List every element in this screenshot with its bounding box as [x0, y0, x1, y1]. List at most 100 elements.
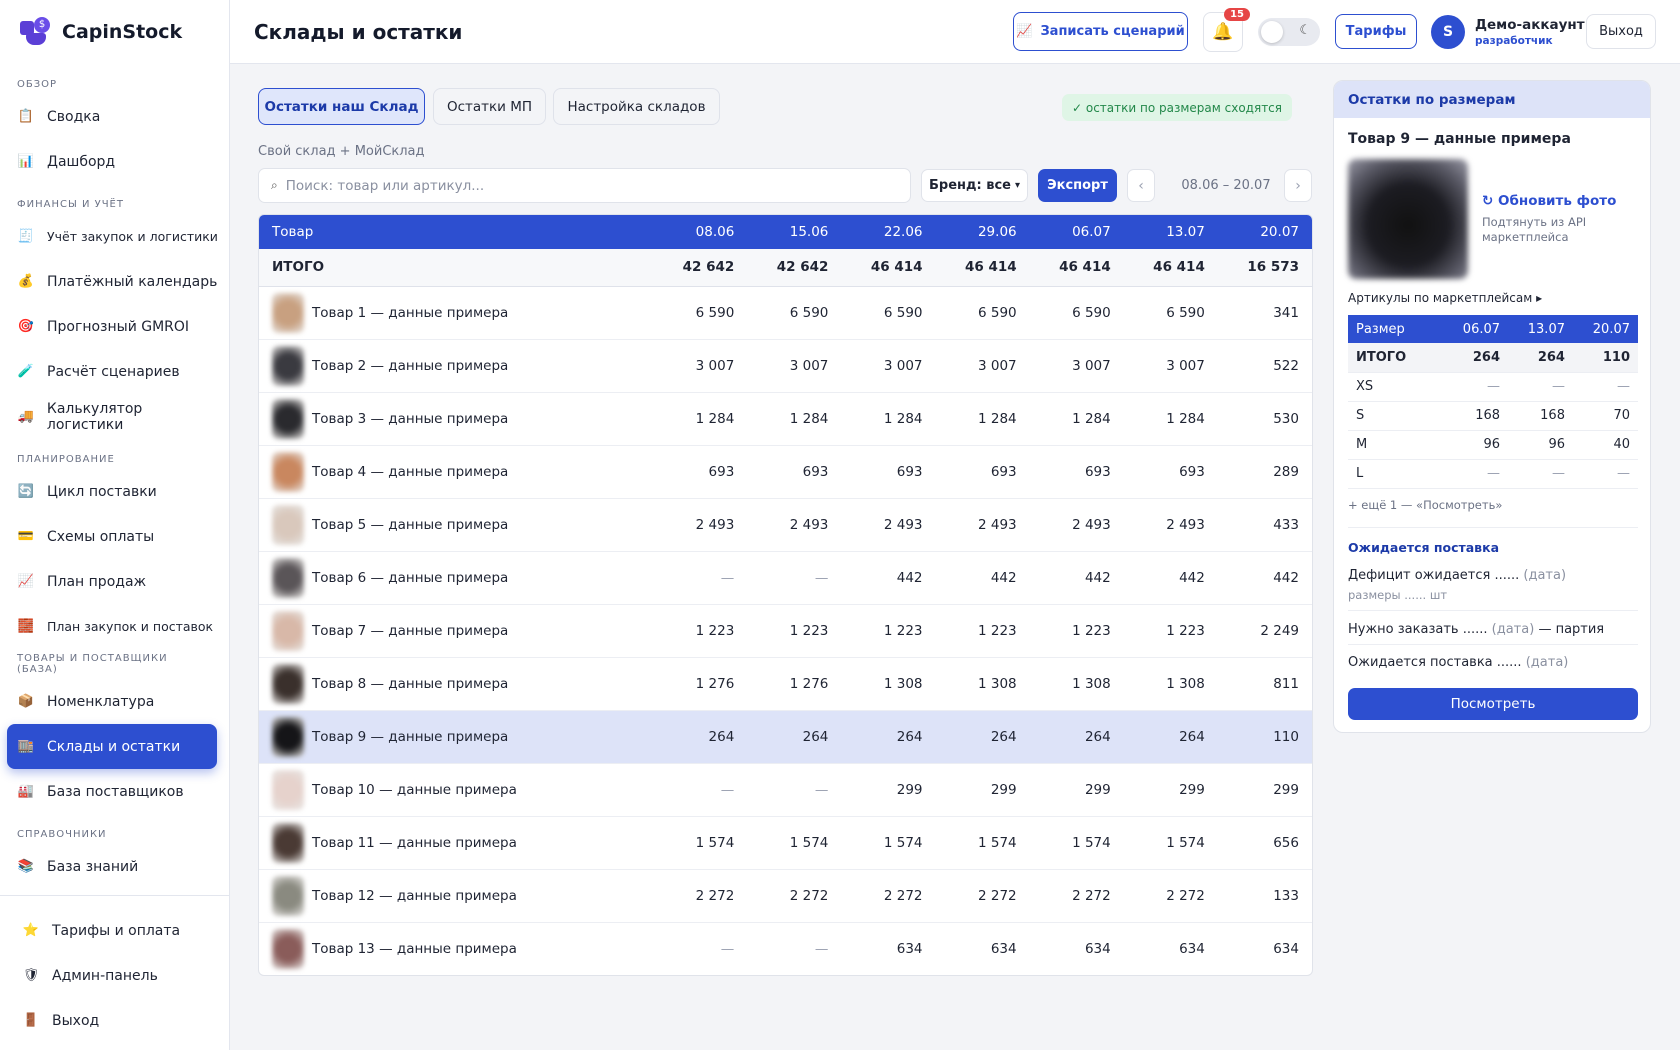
table-row[interactable]: Товар 13 — данные примера — —634 634 634 634 6… — [259, 922, 1312, 975]
tab-marketplace-stock[interactable]: Остатки МП — [433, 88, 546, 125]
refresh-photo-link[interactable]: ↻ Обновить фото — [1482, 193, 1616, 209]
product-thumbnail — [272, 345, 304, 386]
table-row[interactable]: Товар 5 — данные примера 2 493 2 493 2 493 2… — [259, 498, 1312, 552]
stock-value: 2 272 — [747, 869, 842, 923]
product-cell: Товар 4 — данные примера — [259, 445, 654, 499]
total-value: 46 414 — [841, 249, 936, 287]
deficit-line: Дефицит ожидается ...... (дата) — [1348, 568, 1566, 583]
app-name: CapinStock — [62, 21, 183, 43]
panel-title: Остатки по размерам — [1334, 81, 1650, 118]
sidebar-item[interactable]: 🛡 Админ-панель — [0, 953, 222, 998]
sidebar-item[interactable]: 🏬 Склады и остатки — [7, 724, 217, 769]
table-row[interactable]: Товар 12 — данные примера 2 272 2 272 2 272… — [259, 869, 1312, 923]
sidebar-item[interactable]: 🧱 План закупок и поставок — [0, 604, 222, 649]
product-cell: Товар 6 — данные примера — [259, 551, 654, 605]
size-label: XS — [1348, 372, 1444, 402]
table-row[interactable]: Товар 9 — данные примера 264 264 264 264 264 2… — [259, 710, 1312, 764]
brand-select[interactable]: Бренд: все ▾ — [921, 169, 1028, 202]
product-name: Товар 3 — данные примера — [312, 410, 509, 427]
search-input[interactable] — [285, 177, 886, 194]
product-cell-content: Товар 8 — данные примера — [272, 663, 640, 704]
total-row: ИТОГО 42 642 42 642 46 414 46 414 46 414 46 41… — [259, 249, 1312, 287]
size-value: — — [1508, 372, 1573, 402]
chart-icon: 📈 — [1016, 24, 1033, 39]
tariffs-button[interactable]: Тарифы — [1335, 14, 1417, 49]
tab-own-warehouse[interactable]: Остатки наш Склад — [258, 88, 425, 125]
table-row[interactable]: Товар 8 — данные примера 1 276 1 276 1 308 1… — [259, 657, 1312, 711]
sidebar-item[interactable]: 📈 План продаж — [0, 559, 222, 604]
stock-value: 1 276 — [747, 657, 842, 711]
brand-select-label: Бренд: все — [928, 178, 1011, 193]
table-row[interactable]: Товар 4 — данные примера 693 693 693 693 693 6… — [259, 445, 1312, 499]
sidebar-item[interactable]: 🧾 Учёт закупок и логистики — [0, 214, 222, 259]
export-button[interactable]: Экспорт — [1038, 169, 1117, 202]
tab-warehouse-settings[interactable]: Настройка складов — [553, 88, 720, 125]
stock-value: 1 308 — [1123, 657, 1218, 711]
sizes-panel: Остатки по размерам Товар 9 — данные при… — [1333, 80, 1651, 733]
stock-value: 1 574 — [935, 816, 1030, 870]
sidebar-item[interactable]: 📊 Дашборд — [0, 139, 222, 184]
sidebar-item[interactable]: 🚪 Выход — [0, 998, 222, 1043]
toggle-knob — [1261, 21, 1283, 43]
stock-value: 2 493 — [841, 498, 936, 552]
sidebar-item[interactable]: 🎯 Прогнозный GMROI — [0, 304, 222, 349]
sidebar-item-label: Прогнозный GMROI — [47, 318, 190, 335]
stock-value: 811 — [1217, 657, 1312, 711]
sizes-total-label: ИТОГО — [1348, 343, 1444, 373]
size-row: L — — — — [1348, 459, 1638, 489]
more-sizes-link[interactable]: + ещё 1 — «Посмотреть» — [1348, 498, 1502, 512]
sidebar-item[interactable]: 💰 Платёжный календарь — [0, 259, 222, 304]
sidebar-item[interactable]: ⭐ Тарифы и оплата — [0, 908, 222, 953]
sidebar-item[interactable]: 🚚 Калькулятор логистики — [0, 394, 222, 439]
product-cell: Товар 9 — данные примера — [259, 710, 654, 764]
stock-value: 3 007 — [1029, 339, 1124, 393]
stock-value: 1 308 — [1029, 657, 1124, 711]
sidebar-item-label: Дашборд — [47, 153, 116, 170]
sidebar-item[interactable]: 📦 Номенклатура — [0, 679, 222, 724]
notification-count-badge: 15 — [1224, 8, 1250, 21]
record-scenario-button[interactable]: 📈 Записать сценарий — [1013, 12, 1188, 51]
factory-icon: 🏭 — [17, 784, 35, 799]
logout-button[interactable]: Выход — [1586, 14, 1656, 49]
theme-toggle[interactable]: ☾ — [1258, 18, 1320, 46]
size-value: 70 — [1572, 401, 1638, 431]
table-row[interactable]: Товар 1 — данные примера 6 590 6 590 6 590 6… — [259, 286, 1312, 340]
source-subheading: Свой склад + МойСклад — [258, 144, 425, 159]
stock-value: 1 223 — [1123, 604, 1218, 658]
sidebar-item-label: Склады и остатки — [47, 738, 181, 755]
table-row[interactable]: Товар 7 — данные примера 1 223 1 223 1 223 1… — [259, 604, 1312, 658]
stock-value: 3 007 — [841, 339, 936, 393]
table-row[interactable]: Товар 2 — данные примера 3 007 3 007 3 007 3… — [259, 339, 1312, 393]
product-thumbnail — [272, 504, 304, 545]
stock-value: 341 — [1217, 286, 1312, 340]
marketplace-articles-link[interactable]: Артикулы по маркетплейсам ▸ — [1348, 291, 1542, 305]
stock-value: 299 — [1029, 763, 1124, 817]
sidebar-item[interactable]: 📋 Сводка — [0, 94, 222, 139]
stock-value: 634 — [841, 922, 936, 975]
sidebar-item[interactable]: 🔄 Цикл поставки — [0, 469, 222, 514]
stock-value: — — [653, 763, 748, 817]
moon-icon: ☾ — [1299, 23, 1311, 38]
test-tube-icon: 🧪 — [17, 364, 35, 379]
stock-value: 1 574 — [747, 816, 842, 870]
sidebar-item[interactable]: 🏭 База поставщиков — [0, 769, 222, 814]
view-button[interactable]: Посмотреть — [1348, 688, 1638, 720]
table-row[interactable]: Товар 6 — данные примера — —442 442 442 442 44… — [259, 551, 1312, 605]
sidebar-item[interactable]: 📚 База знаний — [0, 844, 222, 889]
sidebar-item[interactable]: 🧪 Расчёт сценариев — [0, 349, 222, 394]
logo[interactable]: $ CapinStock — [0, 0, 229, 64]
sidebar-item-label: Схемы оплаты — [47, 528, 155, 545]
product-thumbnail — [272, 398, 304, 439]
table-row[interactable]: Товар 3 — данные примера 1 284 1 284 1 284 1… — [259, 392, 1312, 446]
table-row[interactable]: Товар 10 — данные примера — —299 299 299 299 2… — [259, 763, 1312, 817]
product-name: Товар 9 — данные примера — [312, 728, 509, 745]
stock-value: — — [747, 551, 842, 605]
truck-icon: 🚚 — [17, 409, 35, 424]
table-row[interactable]: Товар 11 — данные примера 1 574 1 574 1 574… — [259, 816, 1312, 870]
sidebar-item[interactable]: 💳 Схемы оплаты — [0, 514, 222, 559]
next-period-button[interactable]: › — [1284, 169, 1312, 202]
notifications-button[interactable]: 🔔 15 — [1203, 8, 1250, 52]
prev-period-button[interactable]: ‹ — [1127, 169, 1155, 202]
avatar[interactable]: S — [1431, 15, 1465, 49]
date-column-header: 15.06 — [747, 215, 842, 249]
